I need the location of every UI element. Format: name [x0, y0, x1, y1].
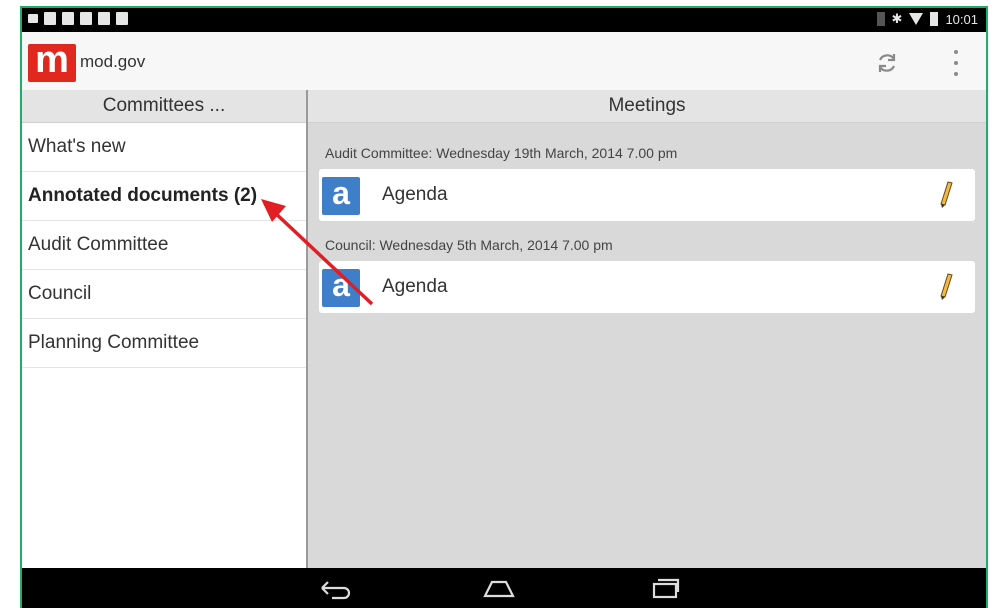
committees-pane: Committees ... What's new Annotated docu…	[22, 90, 308, 568]
document-row[interactable]: a Agenda	[319, 169, 975, 221]
home-icon[interactable]	[482, 576, 516, 600]
action-bar: m mod.gov	[22, 32, 986, 90]
battery-icon	[930, 12, 939, 26]
checkbox-icon	[98, 12, 110, 25]
overflow-menu-icon[interactable]	[950, 50, 962, 76]
status-bar: ✱ 10:01	[22, 8, 986, 32]
document-label: Agenda	[382, 184, 448, 205]
meeting-title: Council: Wednesday 5th March, 2014 7.00 …	[325, 237, 613, 253]
system-indicators: ✱ 10:01	[876, 11, 978, 27]
notification-icons	[28, 12, 128, 25]
navigation-bar	[22, 568, 986, 608]
app-title: mod.gov	[80, 52, 146, 71]
wifi-icon	[909, 13, 924, 25]
meetings-pane: Meetings Audit Committee: Wednesday 19th…	[308, 90, 986, 568]
agenda-doc-icon: a	[322, 269, 360, 307]
back-icon[interactable]	[318, 576, 352, 600]
list-item-council[interactable]: Council	[22, 270, 306, 319]
meeting-title: Audit Committee: Wednesday 19th March, 2…	[325, 145, 678, 161]
list-item-planning-committee[interactable]: Planning Committee	[22, 319, 306, 368]
committees-header[interactable]: Committees ...	[22, 90, 306, 123]
tablet-screen: ✱ 10:01 m mod.gov Committees ... What's …	[22, 8, 986, 608]
list-item-audit-committee[interactable]: Audit Committee	[22, 221, 306, 270]
cloud-upload-icon	[62, 12, 74, 25]
clock: 10:01	[945, 11, 978, 27]
bluetooth-icon: ✱	[891, 11, 903, 26]
checkbox-icon	[116, 12, 128, 25]
list-item-whats-new[interactable]: What's new	[22, 123, 306, 172]
notification-icon	[44, 12, 56, 25]
notification-icon	[28, 14, 38, 23]
app-logo: m	[28, 41, 76, 82]
pencil-icon[interactable]	[939, 273, 953, 301]
agenda-doc-icon: a	[322, 177, 360, 215]
pencil-icon[interactable]	[939, 181, 953, 209]
refresh-icon[interactable]	[874, 50, 900, 76]
calendar-icon	[80, 12, 92, 25]
vibrate-icon	[876, 12, 885, 26]
document-row[interactable]: a Agenda	[319, 261, 975, 313]
list-item-annotated-documents[interactable]: Annotated documents (2)	[22, 172, 306, 221]
document-label: Agenda	[382, 276, 448, 297]
recent-apps-icon[interactable]	[648, 576, 682, 600]
meetings-header: Meetings	[308, 90, 986, 123]
